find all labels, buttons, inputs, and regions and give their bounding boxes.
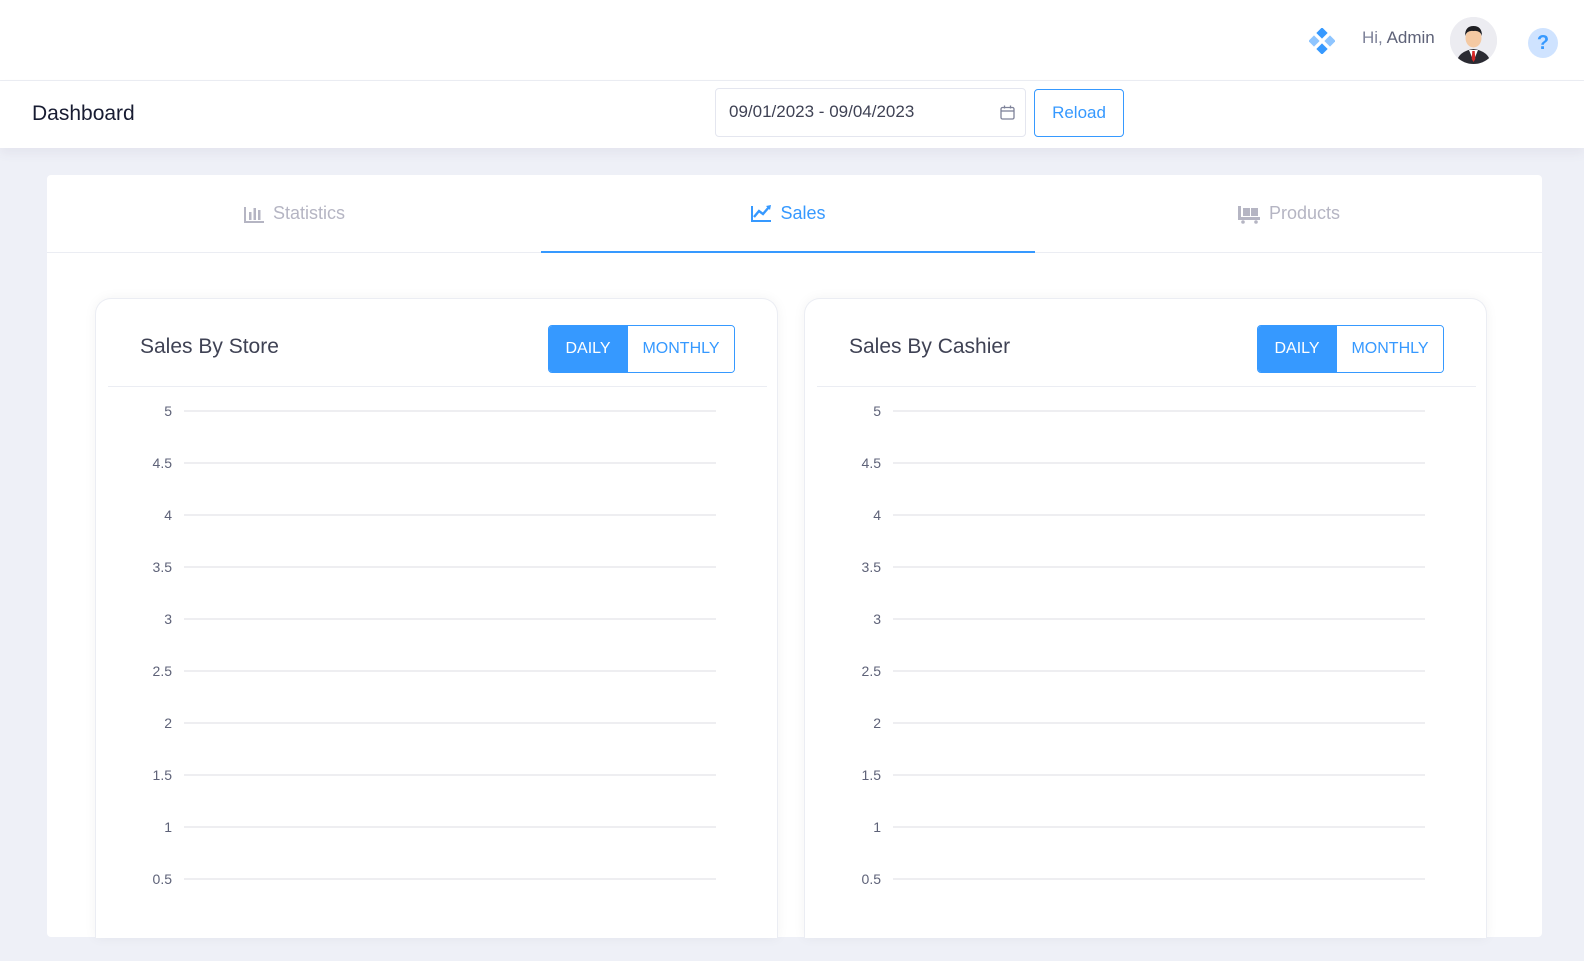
user-greeting[interactable]: Hi, Admin <box>1362 28 1435 48</box>
panel-title: Sales By Store <box>140 335 279 358</box>
y-tick-label: 1.5 <box>862 767 882 783</box>
date-range-value: 09/01/2023 - 09/04/2023 <box>729 102 915 121</box>
y-tick-label: 2.5 <box>862 663 882 679</box>
reload-button[interactable]: Reload <box>1034 89 1124 137</box>
dashboard-card: Statistics Sales Products Sales By Store… <box>47 175 1542 938</box>
y-tick-label: 0.5 <box>153 871 173 887</box>
bar-chart-icon <box>243 206 264 223</box>
y-tick-label: 4 <box>164 507 172 523</box>
line-chart-icon <box>751 205 772 222</box>
panel-divider <box>817 386 1476 387</box>
tab-bar: Statistics Sales Products <box>47 175 1542 253</box>
sales-by-store-panel: Sales By Store DAILY MONTHLY 5 4.5 4 3.5 3 2.… <box>95 298 778 938</box>
tab-label: Sales <box>780 202 826 223</box>
page-title: Dashboard <box>32 102 135 125</box>
y-tick-label: 1 <box>164 819 172 835</box>
apps-icon[interactable] <box>1309 28 1335 54</box>
sales-by-cashier-chart: 5 4.5 4 3.5 3 2.5 2 1.5 1 0.5 <box>862 403 1425 887</box>
y-tick-label: 4 <box>873 507 881 523</box>
sales-by-store-chart: 5 4.5 4 3.5 3 2.5 2 1.5 1 0.5 <box>153 403 716 887</box>
y-tick-label: 3 <box>873 611 881 627</box>
y-tick-label: 1.5 <box>153 767 173 783</box>
monthly-button[interactable]: MONTHLY <box>1336 326 1443 372</box>
y-tick-label: 1 <box>873 819 881 835</box>
monthly-button[interactable]: MONTHLY <box>627 326 734 372</box>
y-tick-label: 4.5 <box>862 455 882 471</box>
y-tick-label: 5 <box>873 403 881 419</box>
y-tick-label: 0.5 <box>862 871 882 887</box>
avatar-icon <box>1450 17 1497 64</box>
tab-products[interactable]: Products <box>1035 175 1542 252</box>
panel-title: Sales By Cashier <box>849 335 1011 358</box>
period-toggle: DAILY MONTHLY <box>548 325 735 373</box>
tab-label: Statistics <box>272 203 346 223</box>
y-tick-label: 3.5 <box>153 559 173 575</box>
help-icon[interactable]: ? <box>1528 28 1558 58</box>
greeting-prefix: Hi, <box>1362 28 1383 47</box>
pallet-icon <box>1237 205 1260 224</box>
sales-by-cashier-panel: Sales By Cashier DAILY MONTHLY 5 4.5 4 3.5 3… <box>804 298 1487 938</box>
daily-button[interactable]: DAILY <box>1258 326 1336 372</box>
y-tick-label: 2 <box>873 715 881 731</box>
daily-button[interactable]: DAILY <box>549 326 627 372</box>
y-tick-label: 3 <box>164 611 172 627</box>
subheader: Dashboard 09/01/2023 - 09/04/2023 Reload <box>0 81 1584 148</box>
panel-divider <box>108 386 767 387</box>
y-tick-label: 5 <box>164 403 172 419</box>
tab-statistics[interactable]: Statistics <box>47 175 541 252</box>
y-tick-label: 2.5 <box>153 663 173 679</box>
y-tick-label: 2 <box>164 715 172 731</box>
period-toggle: DAILY MONTHLY <box>1257 325 1444 373</box>
avatar[interactable] <box>1450 17 1497 64</box>
calendar-icon[interactable] <box>1000 105 1015 120</box>
top-bar: Hi, Admin ? <box>0 0 1584 81</box>
y-tick-label: 3.5 <box>862 559 882 575</box>
y-tick-label: 4.5 <box>153 455 173 471</box>
tab-label: Products <box>1268 203 1341 223</box>
date-range-picker[interactable]: 09/01/2023 - 09/04/2023 <box>715 88 1026 137</box>
tab-sales[interactable]: Sales <box>541 175 1035 253</box>
user-name: Admin <box>1386 28 1435 47</box>
